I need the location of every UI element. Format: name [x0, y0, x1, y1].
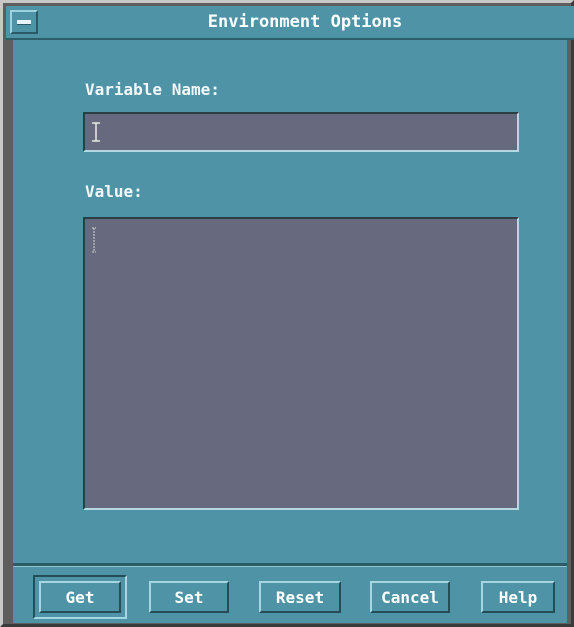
environment-options-window: Environment Options Variable Name: Value…	[0, 0, 574, 627]
dialog-body: Variable Name: Value: Get Set Reset Canc…	[13, 40, 567, 623]
variable-name-input[interactable]	[83, 112, 519, 152]
window-title: Environment Options	[207, 12, 403, 32]
set-button[interactable]: Set	[149, 581, 229, 613]
button-bar: Get Set Reset Cancel Help	[13, 567, 567, 623]
cancel-button[interactable]: Cancel	[370, 581, 450, 613]
value-label: Value:	[85, 182, 143, 201]
reset-button[interactable]: Reset	[259, 581, 341, 613]
value-textarea[interactable]	[83, 217, 519, 510]
help-button[interactable]: Help	[481, 581, 555, 613]
window-menu-button[interactable]	[10, 10, 38, 34]
window-menu-icon	[17, 20, 31, 25]
variable-name-label: Variable Name:	[85, 80, 220, 99]
title-bar[interactable]: Environment Options	[6, 6, 574, 40]
get-button[interactable]: Get	[39, 581, 121, 613]
